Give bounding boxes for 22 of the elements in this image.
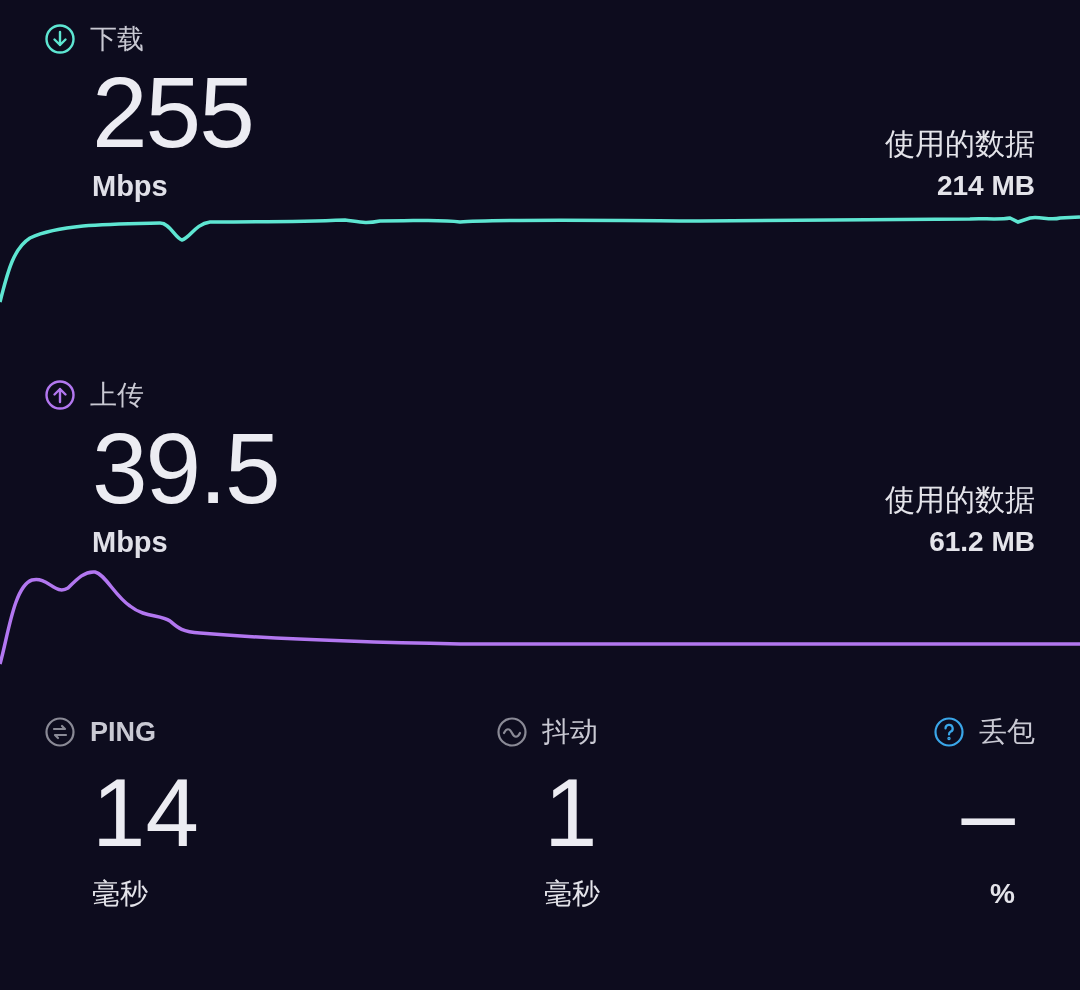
arrows-icon: [44, 716, 76, 748]
metric-label: 丢包: [979, 715, 1035, 749]
speed-value: 39.5: [92, 414, 279, 522]
metric-value: 1: [543, 758, 599, 868]
speed-unit: Mbps: [92, 525, 169, 560]
data-used-value: 61.2 MB: [929, 525, 1035, 559]
speed-value: 255: [92, 58, 253, 166]
wave-icon: [496, 716, 528, 748]
metric-value: –: [961, 758, 1016, 868]
test-label: 上传: [90, 379, 144, 412]
metric-label: 抖动: [542, 715, 598, 749]
metric-label: PING: [90, 716, 156, 748]
data-used-label: 使用的数据: [885, 126, 1035, 162]
metric-unit: 毫秒: [91, 877, 149, 911]
speed-unit: Mbps: [92, 169, 169, 204]
metric-unit: 毫秒: [543, 877, 601, 911]
help-icon: [933, 716, 965, 748]
test-label: 下载: [90, 23, 144, 56]
data-used-label: 使用的数据: [885, 482, 1035, 518]
metric-unit: %: [990, 877, 1016, 911]
metric-value: 14: [91, 758, 200, 868]
data-used-value: 214 MB: [936, 169, 1035, 203]
